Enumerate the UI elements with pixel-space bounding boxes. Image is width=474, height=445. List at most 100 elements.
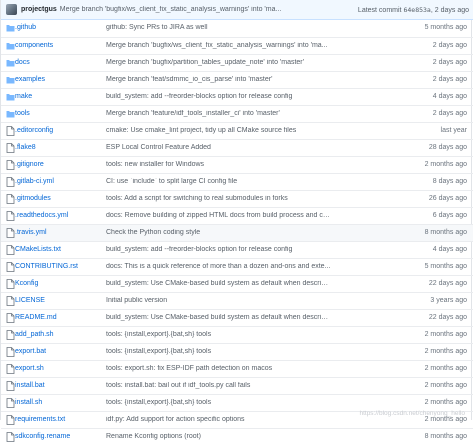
commit-age: 4 days ago [432,246,467,253]
commit-message-link[interactable]: cmake: Use cmake_lint project, tidy up a… [106,127,331,134]
commit-message-link[interactable]: Merge branch 'feature/idf_tools_installe… [106,110,331,117]
file-row[interactable]: .editorconfig cmake: Use cmake_lint proje… [1,122,473,139]
file-name-link[interactable]: sdkconfig.rename [15,433,70,440]
commit-age: 2 months ago [424,365,467,372]
commit-message-link[interactable]: tools: {install,export}.{bat,sh} tools [106,399,331,406]
file-name-link[interactable]: .flake8 [15,144,36,151]
commit-message-link[interactable]: Check the Python coding style [106,229,331,236]
commit-message-link[interactable]: tools: {install,export}.{bat,sh} tools [106,348,331,355]
file-name-link[interactable]: docs [15,59,30,66]
file-row[interactable]: .github github: Sync PRs to JIRA as well 5… [1,20,473,37]
file-name-link[interactable]: install.sh [15,399,42,406]
latest-commit-label: Latest commit [357,6,402,14]
file-row[interactable]: components Merge branch 'bugfix/ws_client… [1,37,473,54]
commit-message-link[interactable]: tools: install.bat: bail out if idf_tool… [106,382,331,389]
file-name-link[interactable]: export.sh [15,365,44,372]
file-icon [6,262,15,272]
commit-message-link[interactable]: build_system: Use CMake-based build syst… [106,280,331,287]
file-name-link[interactable]: tools [15,110,30,117]
commit-age: 5 months ago [424,24,467,31]
file-name-link[interactable]: .github [15,24,36,31]
repo-file-browser: projectgus Merge branch 'bugfix/ws_clien… [0,0,473,442]
file-row[interactable]: export.bat tools: {install,export}.{bat,s… [1,343,473,360]
file-name-link[interactable]: CMakeLists.txt [15,246,61,253]
file-row[interactable]: .gitmodules tools: Add a script for switc… [1,190,473,207]
file-icon [6,245,15,255]
file-row[interactable]: sdkconfig.rename Rename Kconfig options (… [1,428,473,445]
file-row[interactable]: Kconfig build_system: Use CMake-based bui… [1,275,473,292]
file-row[interactable]: export.sh tools: export.sh: fix ESP-IDF p… [1,360,473,377]
file-icon [6,330,15,340]
file-row[interactable]: docs Merge branch 'bugfix/partition_table… [1,54,473,71]
commit-age: last year [440,127,467,134]
commit-message-link[interactable]: docs: Remove building of zipped HTML doc… [106,212,331,219]
commit-message-link[interactable]: tools: new installer for Windows [106,161,331,168]
commit-age: 2 days ago [434,6,469,14]
file-name-link[interactable]: .gitlab-ci.yml [15,178,54,185]
file-row[interactable]: examples Merge branch 'feat/sdmmc_io_cis_… [1,71,473,88]
file-icon [6,177,15,187]
file-name-link[interactable]: export.bat [15,348,46,355]
file-name-link[interactable]: .editorconfig [15,127,53,134]
commit-message-link[interactable]: Merge branch 'feat/sdmmc_io_cis_parse' i… [106,76,331,83]
commit-message-link[interactable]: Initial public version [106,297,331,304]
file-name-link[interactable]: .gitignore [15,161,44,168]
file-row[interactable]: .readthedocs.yml docs: Remove building of… [1,207,473,224]
commit-author[interactable]: projectgus [21,6,57,13]
file-row[interactable]: LICENSE Initial public version 3 years ago [1,292,473,309]
latest-commit-bar: projectgus Merge branch 'bugfix/ws_clien… [1,0,473,20]
commit-message-link[interactable]: CI: use `include` to split large CI conf… [106,178,331,185]
file-name-link[interactable]: .travis.yml [15,229,47,236]
commit-message-link[interactable]: build_system: add --freorder-blocks opti… [106,246,331,253]
file-name-link[interactable]: add_path.sh [15,331,54,338]
commit-message-link[interactable]: build_system: Use CMake-based build syst… [106,314,331,321]
commit-message-link[interactable]: github: Sync PRs to JIRA as well [106,24,331,31]
commit-message-link[interactable]: tools: {install,export}.{bat,sh} tools [106,331,331,338]
file-row[interactable]: README.md build_system: Use CMake-based b… [1,309,473,326]
file-name-link[interactable]: .gitmodules [15,195,51,202]
commit-age: 2 months ago [424,382,467,389]
file-name-link[interactable]: install.bat [15,382,45,389]
file-row[interactable]: add_path.sh tools: {install,export}.{bat,… [1,326,473,343]
file-name-link[interactable]: .readthedocs.yml [15,212,68,219]
commit-message-link[interactable]: Merge branch 'bugfix/partition_tables_up… [106,59,331,66]
commit-message-link[interactable]: ESP Local Control Feature Added [106,144,331,151]
file-row[interactable]: CONTRIBUTING.rst docs: This is a quick re… [1,258,473,275]
file-row[interactable]: tools Merge branch 'feature/idf_tools_ins… [1,105,473,122]
commit-age: 2 days ago [432,59,467,66]
file-name-link[interactable]: README.md [15,314,57,321]
file-name-link[interactable]: CONTRIBUTING.rst [15,263,78,270]
file-name-link[interactable]: examples [15,76,45,83]
commit-age: 28 days ago [428,144,467,151]
commit-message[interactable]: Merge branch 'bugfix/ws_client_fix_stati… [60,6,358,13]
commit-age: 8 months ago [424,433,467,440]
file-icon [6,211,15,221]
file-name-link[interactable]: components [15,42,53,49]
file-row[interactable]: install.bat tools: install.bat: bail out … [1,377,473,394]
file-icon [6,194,15,204]
commit-sha[interactable]: 64e853a [403,6,430,14]
file-row[interactable]: install.sh tools: {install,export}.{bat,s… [1,394,473,411]
commit-age: 8 days ago [432,178,467,185]
file-row[interactable]: .gitlab-ci.yml CI: use `include` to split… [1,173,473,190]
commit-message-link[interactable]: tools: export.sh: fix ESP-IDF path detec… [106,365,331,372]
commit-age: 2 months ago [424,161,467,168]
author-avatar[interactable] [6,4,17,15]
file-row[interactable]: .flake8 ESP Local Control Feature Added 28… [1,139,473,156]
commit-message-link[interactable]: Merge branch 'bugfix/ws_client_fix_stati… [106,42,331,49]
commit-age: 8 months ago [424,229,467,236]
file-icon [6,296,15,306]
file-name-link[interactable]: make [15,93,32,100]
commit-message-link[interactable]: build_system: add --freorder-blocks opti… [106,93,331,100]
commit-age: 2 days ago [432,42,467,49]
file-row[interactable]: make build_system: add --freorder-blocks … [1,88,473,105]
commit-message-link[interactable]: Rename Kconfig options (root) [106,433,331,440]
file-row[interactable]: .travis.yml Check the Python coding style… [1,224,473,241]
file-name-link[interactable]: LICENSE [15,297,45,304]
file-row[interactable]: CMakeLists.txt build_system: add --freord… [1,241,473,258]
file-icon [6,160,15,170]
commit-message-link[interactable]: docs: This is a quick reference of more … [106,263,331,270]
file-name-link[interactable]: Kconfig [15,280,38,287]
file-row[interactable]: .gitignore tools: new installer for Windo… [1,156,473,173]
commit-message-link[interactable]: tools: Add a script for switching to rea… [106,195,331,202]
